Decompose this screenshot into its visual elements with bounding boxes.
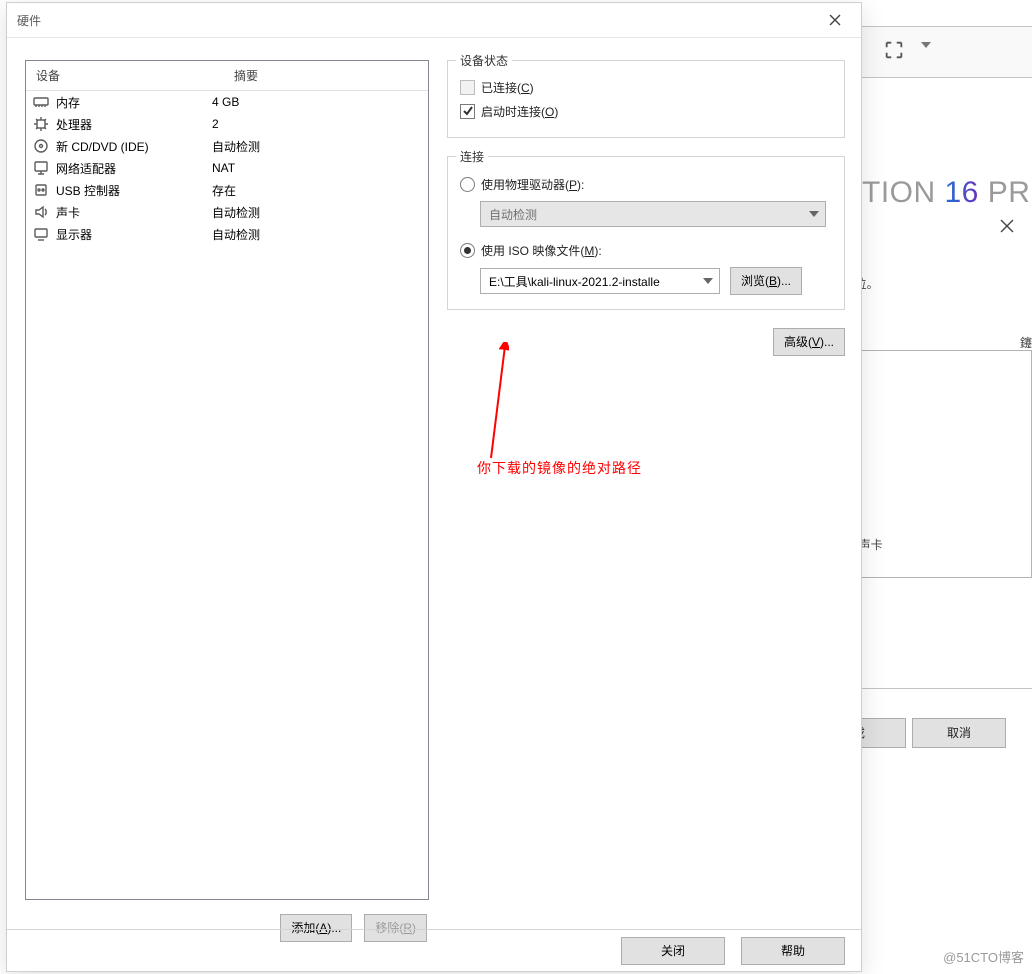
use-physical-drive-label: 使用物理驱动器(P): xyxy=(481,176,584,193)
background-char: 鑳 xyxy=(1020,334,1032,351)
annotation-arrow-icon xyxy=(463,342,509,462)
device-row[interactable]: 内存 4 GB xyxy=(26,91,428,113)
col-header-summary[interactable]: 摘要 xyxy=(224,61,428,90)
browse-button[interactable]: 浏览(B)... xyxy=(730,267,802,295)
col-header-device[interactable]: 设备 xyxy=(26,61,224,90)
brand-text: TION 16 PR xyxy=(862,176,1030,210)
dialog-close-button[interactable] xyxy=(815,7,855,33)
device-row[interactable]: 新 CD/DVD (IDE) 自动检测 xyxy=(26,135,428,157)
iso-path-value: E:\工具\kali-linux-2021.2-installe xyxy=(489,273,660,290)
device-row[interactable]: 声卡 自动检测 xyxy=(26,201,428,223)
titlebar: 硬件 xyxy=(7,3,861,38)
device-row[interactable]: USB 控制器 存在 xyxy=(26,179,428,201)
group-legend-status: 设备状态 xyxy=(456,52,512,69)
chevron-down-icon[interactable] xyxy=(703,278,713,284)
hardware-dialog: 硬件 设备 摘要 内存 4 GB 处理器 2 xyxy=(6,2,862,972)
annotation-text: 你下载的镜像的绝对路径 xyxy=(477,458,642,478)
background-toolbar xyxy=(860,26,1032,78)
network-icon xyxy=(32,160,50,176)
connected-checkbox xyxy=(460,80,475,95)
group-legend-connection: 连接 xyxy=(456,148,488,165)
memory-icon xyxy=(32,94,50,110)
display-icon xyxy=(32,226,50,242)
physical-drive-combo: 自动检测 xyxy=(480,201,826,227)
fullscreen-icon[interactable] xyxy=(883,39,909,65)
use-iso-label: 使用 ISO 映像文件(M): xyxy=(481,242,602,259)
connect-at-poweron-checkbox[interactable] xyxy=(460,104,475,119)
iso-path-combo[interactable]: E:\工具\kali-linux-2021.2-installe xyxy=(480,268,720,294)
usb-icon xyxy=(32,182,50,198)
close-icon[interactable] xyxy=(1000,219,1020,239)
connect-at-poweron-label: 启动时连接(O) xyxy=(481,103,558,120)
close-button[interactable]: 关闭 xyxy=(621,937,725,965)
connected-label: 已连接(C) xyxy=(481,79,534,96)
chevron-down-icon xyxy=(809,211,819,217)
cpu-icon xyxy=(32,116,50,132)
use-physical-drive-radio[interactable] xyxy=(460,177,475,192)
sound-icon xyxy=(32,204,50,220)
device-status-group: 设备状态 已连接(C) 启动时连接(O) xyxy=(447,60,845,138)
device-row[interactable]: 显示器 自动检测 xyxy=(26,223,428,245)
device-row[interactable]: 处理器 2 xyxy=(26,113,428,135)
watermark: @51CTO博客 xyxy=(943,947,1024,966)
use-iso-radio[interactable] xyxy=(460,243,475,258)
help-button[interactable]: 帮助 xyxy=(741,937,845,965)
connection-group: 连接 使用物理驱动器(P): 自动检测 使用 ISO 映像文件(M): xyxy=(447,156,845,310)
dialog-title: 硬件 xyxy=(17,12,41,29)
advanced-button[interactable]: 高级(V)... xyxy=(773,328,845,356)
dropdown-caret-icon[interactable] xyxy=(921,42,931,48)
device-list[interactable]: 设备 摘要 内存 4 GB 处理器 2 新 CD/DVD (IDE) 自动检测 … xyxy=(25,60,429,900)
background-button-cancel[interactable]: 取消 xyxy=(912,718,1006,748)
disc-icon xyxy=(32,138,50,154)
device-row[interactable]: 网络适配器 NAT xyxy=(26,157,428,179)
